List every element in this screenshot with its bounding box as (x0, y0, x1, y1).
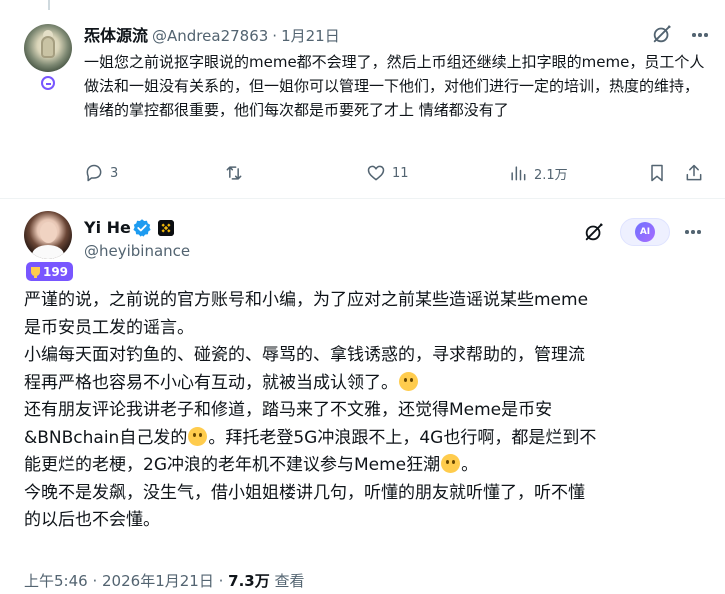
reply-tweet[interactable]: 炁体源流 @Andrea27863 · 1月21日 一姐您之前说抠字眼说的mem… (0, 0, 725, 198)
avatar[interactable] (24, 211, 72, 259)
text-line: 是币安员工发的谣言。 (24, 317, 194, 338)
ai-icon: AI (635, 222, 655, 242)
retweet-icon (226, 166, 242, 180)
bookmark-button[interactable] (647, 163, 667, 183)
subscription-badge-icon (41, 76, 55, 90)
avatar[interactable] (24, 24, 72, 72)
text-line: 程再严格也容易不小心有互动，就被当成认领了。 (24, 370, 714, 398)
binance-icon[interactable] (158, 220, 174, 236)
thread-line (48, 0, 50, 10)
reply-text: 一姐您之前说抠字眼说的meme都不会理了，然后上币组还继续上扣字眼的meme，员… (84, 53, 705, 119)
reply-icon (86, 164, 102, 182)
share-icon (686, 164, 702, 181)
like-icon (367, 165, 385, 181)
ai-button[interactable]: AI (620, 218, 670, 246)
grok-icon[interactable] (651, 23, 673, 45)
views-label: 查看 (274, 572, 305, 590)
score-badge: 199 (26, 262, 73, 281)
text-line: 今晚不是发飙，没生气，借小姐姐楼讲几句，听懂的朋友就听懂了，听不懂 (24, 482, 585, 503)
tweet-text: 严谨的说，之前说的官方账号和小编，为了应对之前某些造谣说某些meme 是币安员工… (24, 287, 714, 535)
share-button[interactable] (684, 163, 704, 183)
badge-score: 199 (42, 264, 69, 279)
views-count: 2.1万 (534, 167, 568, 183)
text-line: 严谨的说，之前说的官方账号和小编，为了应对之前某些造谣说某些meme (24, 290, 589, 310)
views-button[interactable]: 2.1万 (508, 163, 568, 183)
display-name[interactable]: 炁体源流 (84, 22, 148, 46)
views-icon (511, 166, 526, 181)
text-line: &BNBchain自己发的 。拜托老登5G冲浪跟不上，4G也行啊，都是烂到不 (24, 426, 597, 448)
view-count: 7.3万 (228, 572, 270, 590)
text-line: 的以后也不会懂。 (24, 510, 160, 530)
handle[interactable]: @heyibinance (84, 242, 190, 260)
post-date[interactable]: 1月21日 (281, 25, 340, 46)
text-line: 能更烂的老梗，2G冲浪的老年机不建议参与Meme狂潮。 (24, 454, 479, 475)
retweet-button[interactable] (224, 163, 250, 183)
post-date[interactable]: 2026年1月21日 (102, 572, 214, 590)
post-time[interactable]: 上午5:46 (24, 572, 88, 590)
like-count: 11 (392, 165, 409, 181)
bookmark-icon (651, 164, 663, 182)
reply-button[interactable]: 3 (84, 163, 118, 183)
reply-count: 3 (110, 165, 119, 181)
like-button[interactable]: 11 (366, 163, 409, 183)
tweet-meta: 上午5:46 · 2026年1月21日 · 7.3万 查看 (24, 572, 305, 590)
trophy-icon (30, 267, 40, 278)
handle[interactable]: @Andrea27863 (152, 27, 268, 45)
text-line: 小编每天面对钓鱼的、碰瓷的、辱骂的、拿钱诱惑的，寻求帮助的，管理流 (24, 345, 585, 365)
zany-face-emoji (399, 371, 418, 391)
grok-icon[interactable] (583, 221, 605, 243)
display-name[interactable]: Yi He (84, 218, 131, 237)
reply-header: 炁体源流 @Andrea27863 · 1月21日 (84, 22, 340, 46)
more-icon[interactable] (690, 25, 710, 43)
more-icon[interactable] (683, 222, 703, 240)
eye-roll-emoji (441, 454, 461, 473)
divider (0, 198, 725, 199)
text-line: 还有朋友评论我讲老子和修道，踏马来了不文雅，还觉得Meme是币安 (24, 400, 553, 420)
upside-down-face-emoji (188, 426, 208, 446)
reply-actions: 3 11 2.1万 (84, 160, 714, 188)
separator: · (272, 27, 278, 45)
verified-icon[interactable] (132, 218, 152, 238)
